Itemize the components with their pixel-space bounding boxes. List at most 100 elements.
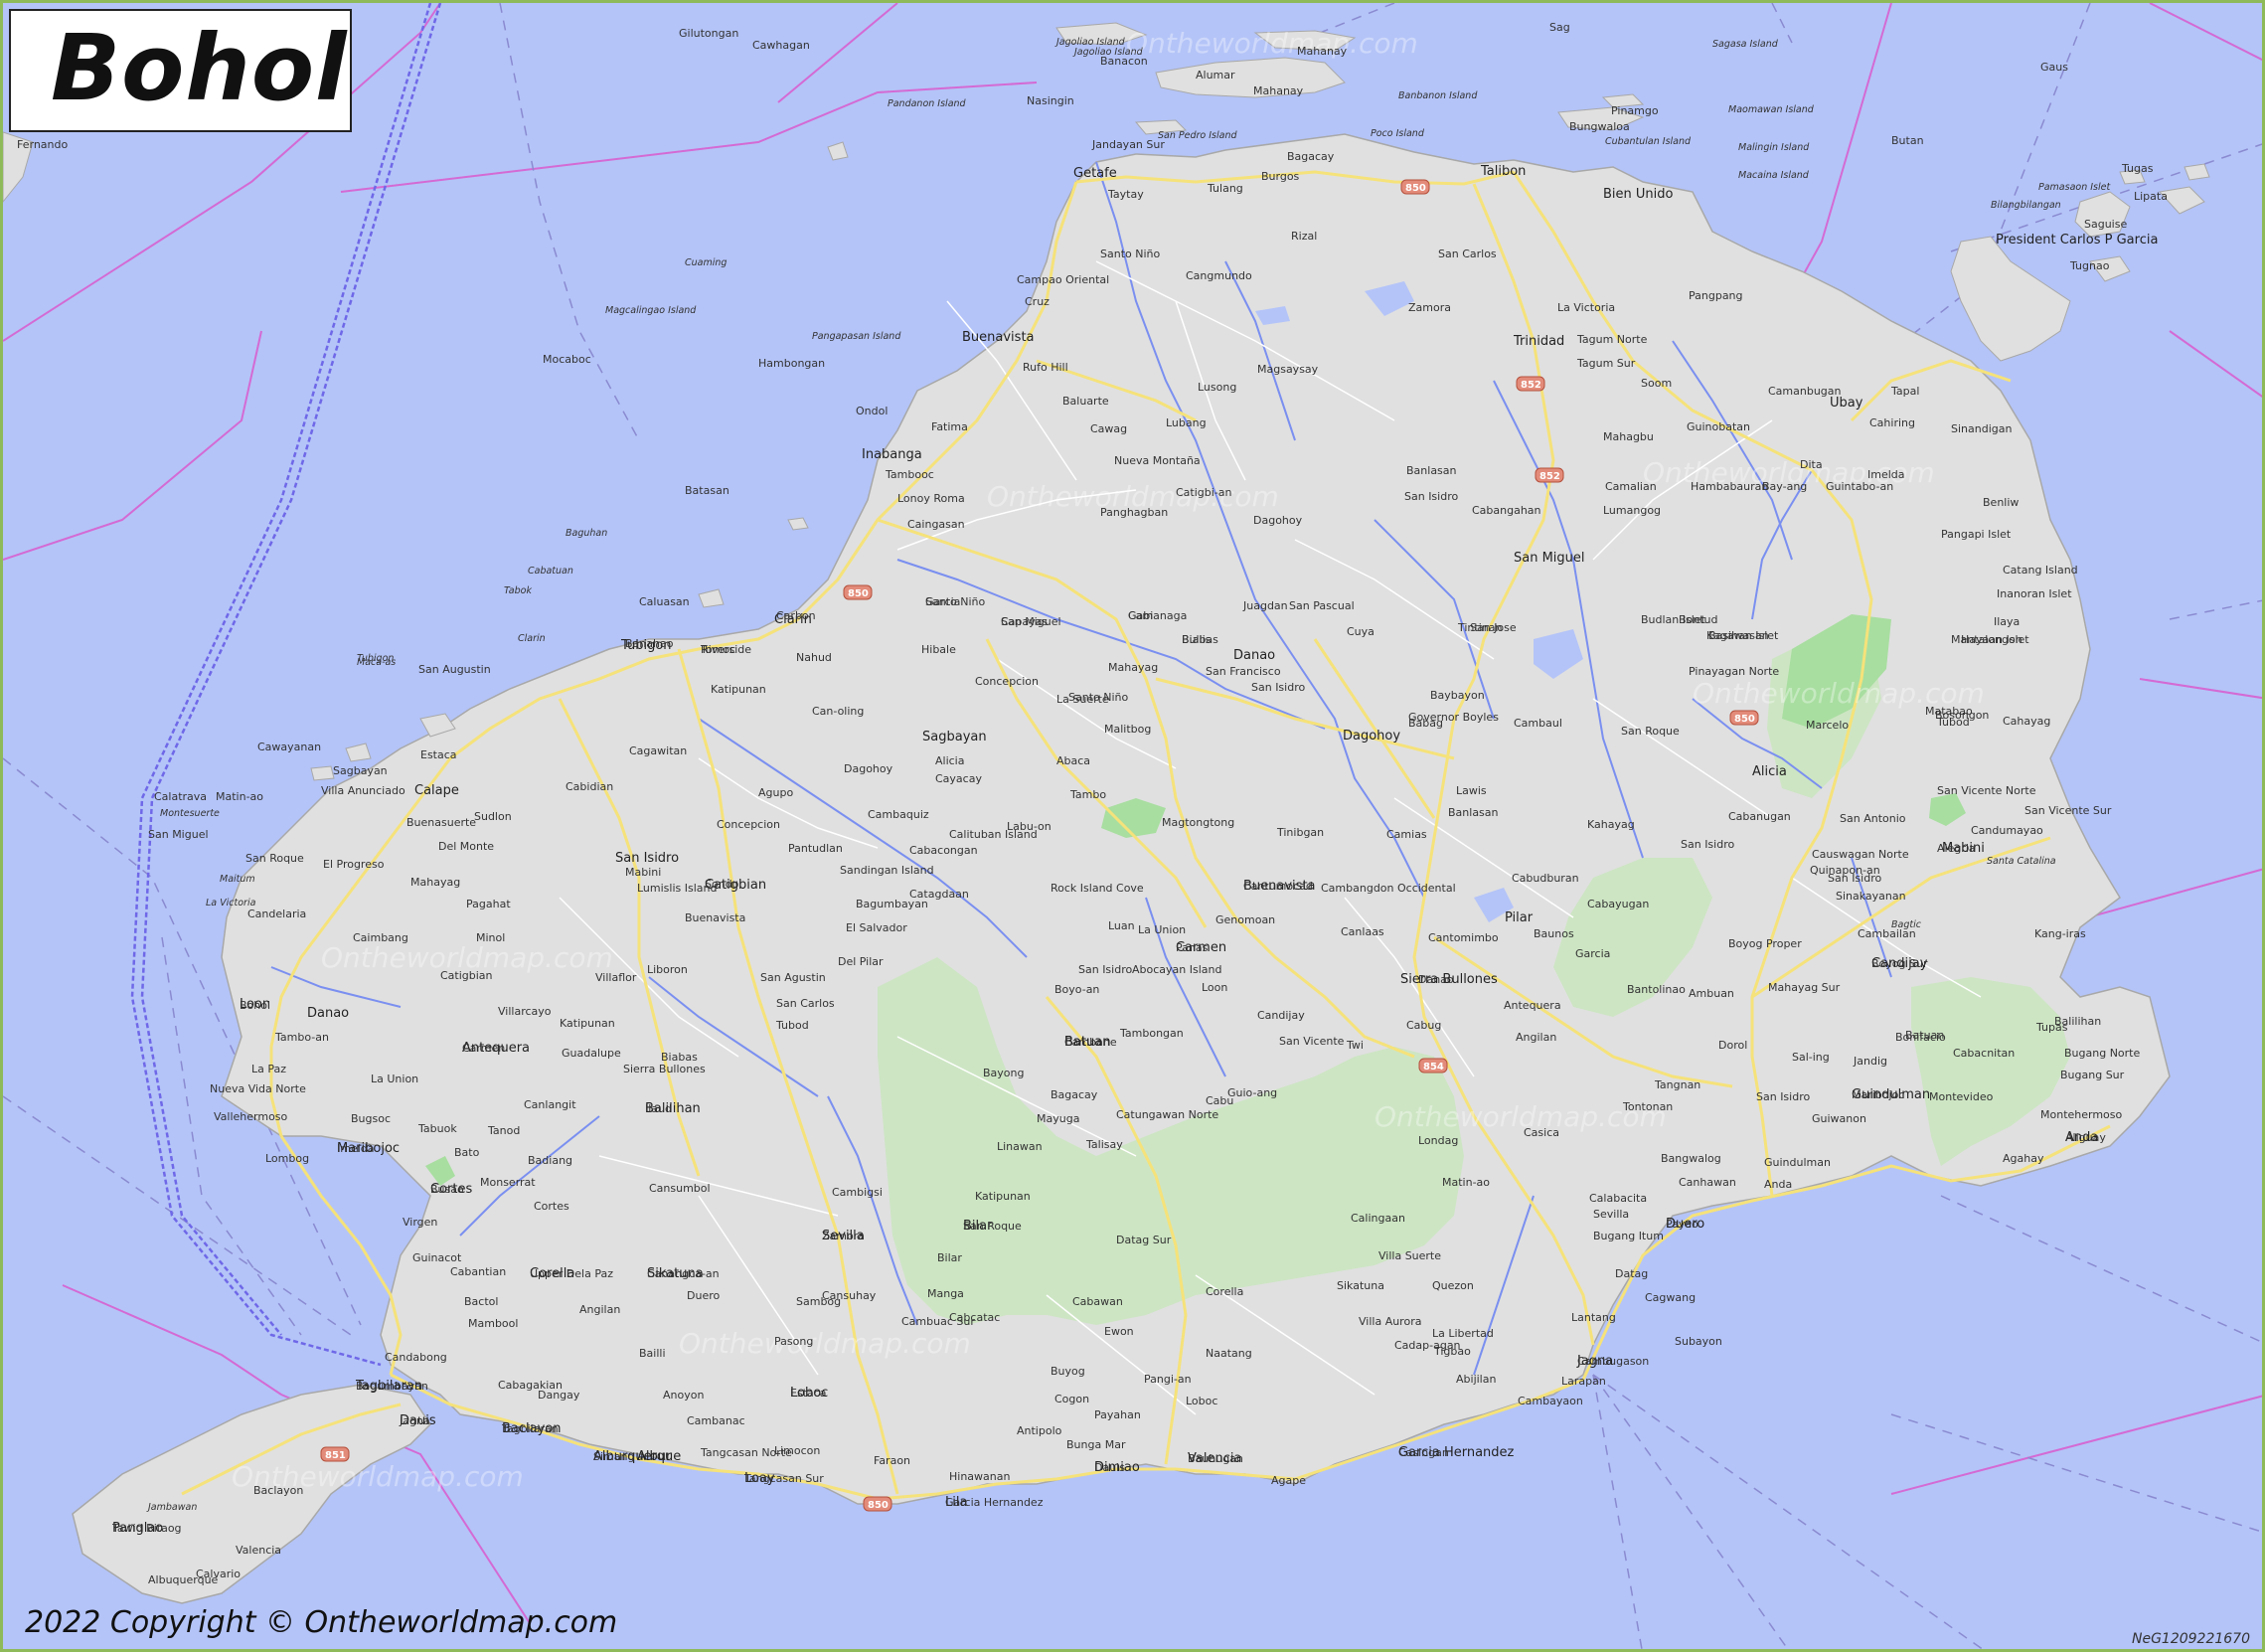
- place-label: Cansumbol: [649, 1182, 711, 1195]
- place-label: Hambabauran: [1691, 480, 1768, 493]
- place-label: Cagwang: [1645, 1291, 1696, 1304]
- place-label: Datag Sur: [1116, 1234, 1172, 1246]
- place-label: Soom: [1641, 377, 1672, 390]
- route-shield: 850: [1400, 179, 1430, 195]
- place-label: Banbanon Island: [1398, 90, 1478, 101]
- place-label: Zamora: [1408, 301, 1451, 314]
- place-label: Sierra Bullones: [623, 1063, 706, 1075]
- place-label: Bayong: [983, 1067, 1024, 1079]
- place-label: Cagawitan: [629, 744, 687, 757]
- place-label: Burgos: [1261, 170, 1300, 183]
- place-label: Limocon: [774, 1444, 820, 1457]
- place-label: Tanod: [487, 1124, 520, 1137]
- route-shield-label: 850: [1734, 714, 1755, 725]
- place-label: Larapan: [1561, 1375, 1606, 1388]
- place-label: Camanbugan: [1768, 385, 1842, 398]
- place-label: Tugas: [2121, 162, 2154, 175]
- place-label: Pangpang: [1689, 289, 1743, 302]
- title-box: Bohol: [9, 9, 352, 132]
- place-label: Baybayon: [1430, 689, 1485, 702]
- place-label: Juagdan: [1242, 599, 1288, 612]
- place-label: Luan: [1108, 919, 1135, 932]
- place-label: San Carlos: [1438, 248, 1497, 260]
- place-label: Pinayagan Norte: [1689, 665, 1779, 678]
- place-label: Agupo: [758, 786, 793, 799]
- place-label: San Francisco: [1206, 665, 1281, 678]
- place-label: Candumayao: [1971, 824, 2043, 837]
- place-label: Macaina Island: [1738, 170, 1810, 181]
- place-label: Ewon: [1104, 1325, 1134, 1338]
- place-label: El Progreso: [323, 858, 385, 871]
- place-label: Nueva Vida Norte: [210, 1082, 306, 1095]
- place-label: Ambuan: [1689, 987, 1734, 1000]
- place-label: Tagum Sur: [1576, 357, 1636, 370]
- place-label: Pangapi Islet: [1941, 528, 2012, 541]
- bohol-map[interactable]: 850 850 852 852 850 854 851 850 Onthewor…: [3, 3, 2265, 1652]
- place-label: Can-oling: [812, 705, 864, 718]
- place-label: Naatang: [1206, 1347, 1252, 1360]
- place-label: Sinakayanan: [1836, 890, 1906, 903]
- place-label: Cawag: [1090, 422, 1127, 435]
- place-label: Caimbang: [353, 931, 408, 944]
- place-label: Dita: [1800, 458, 1823, 471]
- place-label: Pandanon Island: [888, 98, 967, 109]
- place-label: Tapal: [1890, 385, 1919, 398]
- place-label: Villa Anunciado: [321, 784, 405, 797]
- place-label: Cantomimbo: [1428, 931, 1499, 944]
- place-label: Concepcion: [717, 818, 780, 831]
- place-label: Mahayag: [1108, 661, 1158, 674]
- place-label: Calatrava: [154, 790, 207, 803]
- place-label: Cortes: [534, 1200, 569, 1213]
- place-label: Jandig: [1853, 1055, 1887, 1068]
- place-label: Alumar: [1196, 69, 1235, 82]
- place-label: Sondol: [705, 878, 741, 891]
- place-label: Londag: [1418, 1134, 1458, 1147]
- place-label: Tambo: [1069, 788, 1106, 801]
- place-label: Liboron: [647, 963, 688, 976]
- place-label: Mahanay: [1253, 84, 1304, 97]
- place-label: Pantudlan: [788, 842, 843, 855]
- map-frame: 850 850 852 852 850 854 851 850 Onthewor…: [0, 0, 2265, 1652]
- route-shield: 854: [1418, 1058, 1448, 1074]
- place-label: Upper Dela Paz: [530, 1267, 613, 1280]
- place-label: Cabayugan: [1587, 898, 1649, 910]
- place-label: Catigbi-an: [1176, 486, 1232, 499]
- place-label: Carbon: [776, 609, 816, 622]
- place-label: Anoyon: [663, 1389, 704, 1402]
- place-label: Bactol: [464, 1295, 498, 1308]
- place-label: Benliw: [1983, 496, 2019, 509]
- city-label-sagbayan: Sagbayan: [922, 730, 987, 744]
- place-label: Tontonan: [1622, 1100, 1673, 1113]
- place-label: Montesuerte: [160, 808, 220, 819]
- watermark: Ontheworldmap.com: [679, 1327, 971, 1360]
- place-label: Cahayag: [2003, 715, 2050, 728]
- place-label: San Jose: [1470, 621, 1517, 634]
- place-label: Tabok: [504, 585, 532, 596]
- place-label: Pinamgo: [1611, 104, 1659, 117]
- place-label: Magsaysay: [1257, 363, 1319, 376]
- route-shield-label: 852: [1521, 380, 1541, 391]
- route-shield: 850: [843, 584, 873, 600]
- place-label: San Isidro: [1828, 872, 1881, 885]
- place-label: Estaca: [790, 1387, 827, 1400]
- route-shield: 850: [863, 1496, 892, 1512]
- place-label: Mahagbu: [1603, 430, 1654, 443]
- place-label: Taytay: [1107, 188, 1144, 201]
- place-label: Cabanugan: [1728, 810, 1791, 823]
- place-label: Antipolo: [1017, 1424, 1062, 1437]
- place-label: Kagawasan: [1706, 629, 1769, 642]
- place-label: Maca-as: [357, 657, 396, 668]
- place-label: Buenasuerte: [406, 816, 476, 829]
- city-label-trinidad: Trinidad: [1513, 334, 1564, 349]
- place-label: Bullis: [1182, 633, 1212, 646]
- place-label: La Union: [371, 1073, 418, 1085]
- city-label-calape: Calape: [414, 783, 459, 798]
- place-label: Garcia: [1575, 947, 1610, 960]
- place-label: Tulang: [1207, 182, 1243, 195]
- place-label: Datag: [1615, 1267, 1648, 1280]
- place-label: Boyog Proper: [1728, 937, 1802, 950]
- place-label: Mahanay: [1297, 45, 1348, 58]
- place-label: Tawid Bitaog: [111, 1522, 182, 1535]
- place-label: Bato: [454, 1146, 480, 1159]
- place-label: Lawis: [1456, 784, 1487, 797]
